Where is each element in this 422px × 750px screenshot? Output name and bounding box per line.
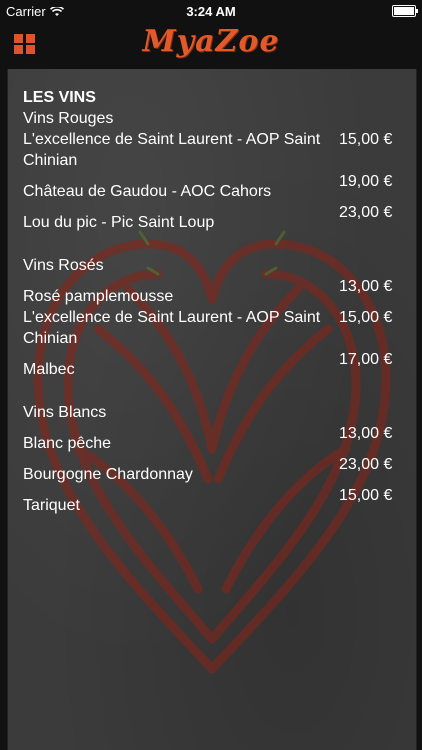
wine-price: 13,00 € <box>339 278 393 295</box>
menu-title: LES VINS <box>23 89 96 106</box>
wine-list: LES VINS Vins Rouges L'excellence de Sai… <box>23 87 403 516</box>
wine-price: 15,00 € <box>339 309 393 326</box>
clock: 3:24 AM <box>186 4 236 19</box>
wine-name: L'excellence de Saint Laurent - AOP Sain… <box>23 131 321 169</box>
wine-price: 23,00 € <box>339 456 393 473</box>
wine-price: 13,00 € <box>339 425 393 442</box>
wine-price: 19,00 € <box>339 173 393 190</box>
list-item[interactable]: Tariquet 15,00 € <box>23 485 403 516</box>
status-bar: Carrier 3:24 AM <box>0 0 422 22</box>
wine-name: Tariquet <box>23 497 80 514</box>
wine-name: Château de Gaudou - AOC Cahors <box>23 183 272 200</box>
wine-name: Lou du pic - Pic Saint Loup <box>23 214 215 231</box>
list-item[interactable]: Bourgogne Chardonnay 23,00 € <box>23 454 403 485</box>
wine-name: Malbec <box>23 361 75 378</box>
wine-price: 15,00 € <box>339 487 393 504</box>
wine-name: L'excellence de Saint Laurent - AOP Sain… <box>23 309 321 347</box>
list-item[interactable]: Rosé pamplemousse 13,00 € <box>23 276 403 307</box>
wine-name: Bourgogne Chardonnay <box>23 466 193 483</box>
battery-icon <box>392 5 418 17</box>
list-item[interactable]: L'excellence de Saint Laurent - AOP Sain… <box>23 307 403 349</box>
list-item[interactable]: Malbec 17,00 € <box>23 349 403 380</box>
app-logo: MyaZoe <box>142 24 280 59</box>
wine-price: 15,00 € <box>339 131 393 148</box>
wine-name: Rosé pamplemousse <box>23 288 174 305</box>
navigation-bar: MyaZoe <box>0 22 422 65</box>
wine-name: Blanc pêche <box>23 435 112 452</box>
section-title-roses: Vins Rosés <box>23 257 104 274</box>
list-item[interactable]: L'excellence de Saint Laurent - AOP Sain… <box>23 129 403 171</box>
wine-price: 23,00 € <box>339 204 393 221</box>
section-title-rouges: Vins Rouges <box>23 110 114 127</box>
list-item[interactable]: Château de Gaudou - AOC Cahors 19,00 € <box>23 171 403 202</box>
list-item[interactable]: Blanc pêche 13,00 € <box>23 423 403 454</box>
wine-price: 17,00 € <box>339 351 393 368</box>
list-item[interactable]: Lou du pic - Pic Saint Loup 23,00 € <box>23 202 403 233</box>
content-panel: LES VINS Vins Rouges L'excellence de Sai… <box>7 69 417 750</box>
section-title-blancs: Vins Blancs <box>23 404 107 421</box>
